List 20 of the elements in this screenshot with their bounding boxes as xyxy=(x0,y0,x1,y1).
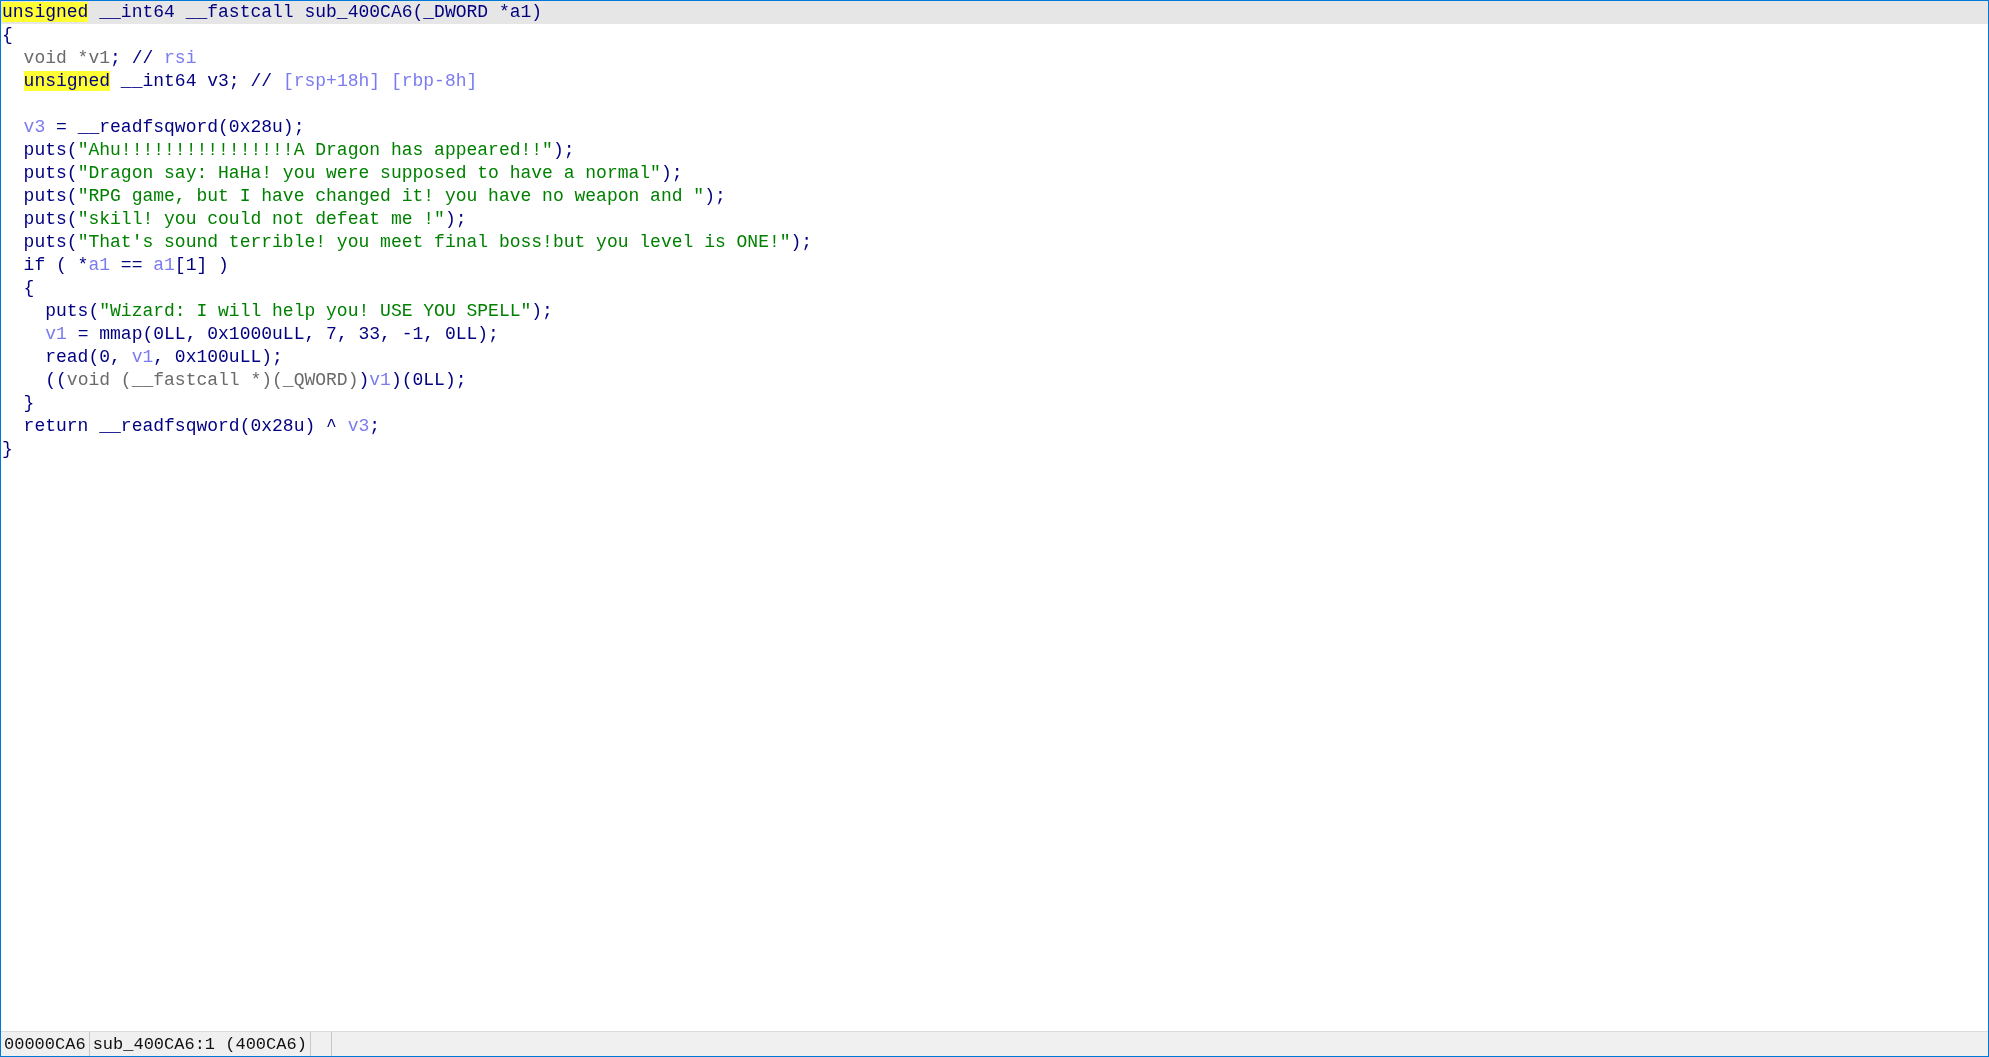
code-line: ((void (__fastcall *)(_QWORD))v1)(0LL); xyxy=(44,369,468,392)
code-line: void *v1; // rsi xyxy=(22,47,198,70)
code-line: { xyxy=(1,24,14,47)
code-line: if ( *a1 == a1[1] ) xyxy=(22,254,230,277)
code-line: puts("Ahu!!!!!!!!!!!!!!!!A Dragon has appeared!!"); xyxy=(22,139,576,162)
code-line: puts("That's sound terrible! you meet final boss!but you level is ONE!"); xyxy=(22,231,814,254)
status-segment: sub_400CA6:1 (400CA6) xyxy=(89,1032,311,1056)
code-line: puts("Wizard: I will help you! USE YOU SPELL"); xyxy=(44,300,554,323)
code-line: puts("Dragon say: HaHa! you were supposed to have a normal"); xyxy=(22,162,684,185)
code-line: unsigned __int64 v3; // [rsp+18h] [rbp-8h] xyxy=(22,70,479,93)
code-line: puts("skill! you could not defeat me !"); xyxy=(22,208,468,231)
code-line: } xyxy=(22,392,36,415)
code-line: } xyxy=(1,438,14,461)
code-line: v1 = mmap(0LL, 0x1000uLL, 7, 33, -1, 0LL); xyxy=(44,323,500,346)
code-line: v3 = __readfsqword(0x28u); xyxy=(22,116,306,139)
code-line: { xyxy=(22,277,36,300)
code-line: read(0, v1, 0x100uLL); xyxy=(44,346,284,369)
code-line: puts("RPG game, but I have changed it! you have no weapon and "); xyxy=(22,185,727,208)
code-line: return __readfsqword(0x28u) ^ v3; xyxy=(22,415,382,438)
status-segment: 00000CA6 xyxy=(1,1032,90,1056)
